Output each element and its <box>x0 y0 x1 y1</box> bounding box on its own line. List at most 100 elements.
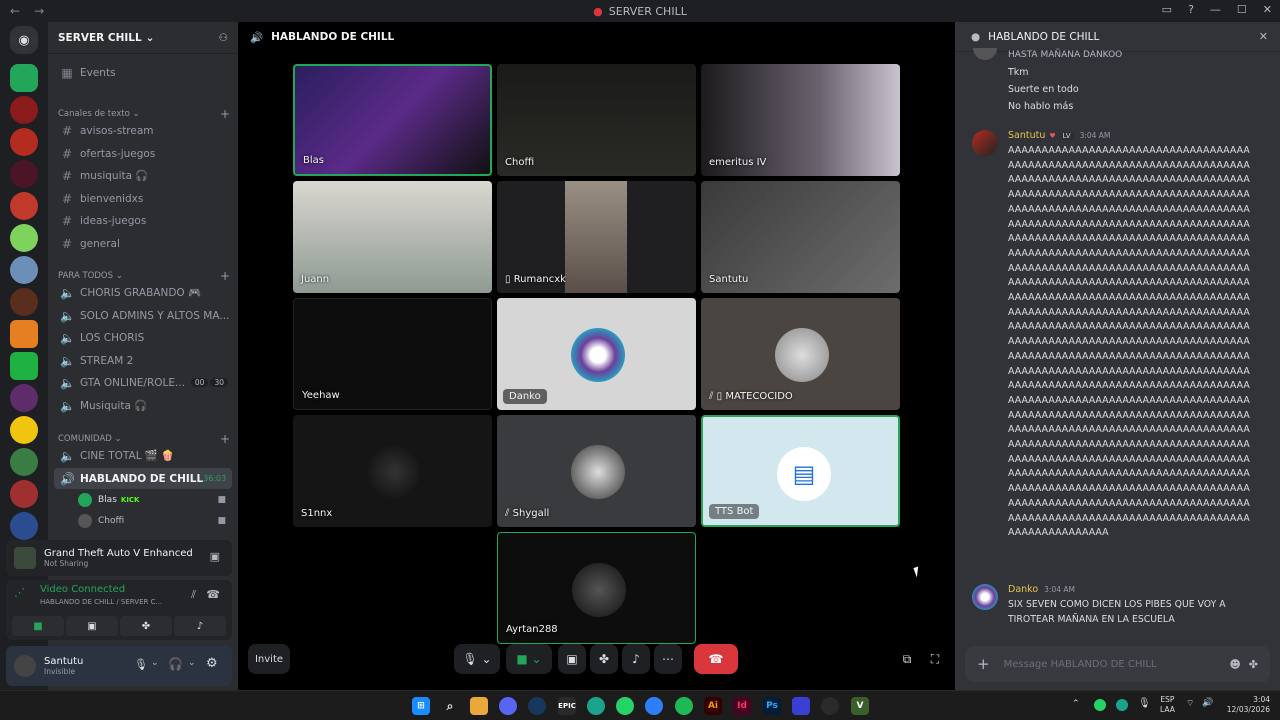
video-tile-ayrtan[interactable]: Ayrtan288 <box>497 532 696 644</box>
server-icon-orange[interactable] <box>10 320 38 348</box>
headphones-icon[interactable]: 🎧 <box>168 657 183 671</box>
disconnect-icon[interactable]: ☎ <box>206 588 220 601</box>
server-icon-green[interactable] <box>10 64 38 92</box>
microphone-icon[interactable]: 🎙 <box>134 658 148 671</box>
category-para-todos[interactable]: PARA TODOS ⌄ + <box>58 269 230 283</box>
voice-member-choffi[interactable]: Choffi ■ <box>72 511 232 531</box>
apps-icon[interactable]: ✤ <box>1249 658 1258 671</box>
channel-bienvenidxs[interactable]: # bienvenidxs <box>54 188 232 209</box>
voice-channel-solo-admins[interactable]: 🔈 SOLO ADMINS Y ALTOS MA... <box>54 305 232 326</box>
whatsapp-icon[interactable] <box>616 697 634 715</box>
windows-start-icon[interactable]: ⊞ <box>412 697 430 715</box>
add-attachment-icon[interactable]: + <box>977 655 990 673</box>
minimize-button[interactable]: — <box>1210 3 1221 16</box>
activities-button[interactable]: ✤ <box>590 644 618 674</box>
video-tile-santutu[interactable]: Santutu <box>701 181 900 293</box>
category-text-channels[interactable]: Canales de texto ⌄ + <box>58 107 230 121</box>
chevron-down-icon[interactable]: ⌄ <box>151 658 159 668</box>
message-author[interactable]: Danko <box>1008 584 1038 595</box>
server-header[interactable]: SERVER CHILL ⌄ ⚇ <box>48 22 238 54</box>
spotify-icon[interactable] <box>675 697 693 715</box>
voice-channel-cine-total[interactable]: 🔈 CINE TOTAL 🎬 🍿 <box>54 445 232 466</box>
voice-location[interactable]: HABLANDO DE CHILL / SERVER C... <box>40 598 162 606</box>
video-tile-yeehaw[interactable]: Yeehaw <box>293 298 492 410</box>
voice-channel-stream-2[interactable]: 🔈 STREAM 2 <box>54 350 232 371</box>
tray-whatsapp-icon[interactable] <box>1094 699 1106 711</box>
video-tile-juann[interactable]: Juann <box>293 181 492 293</box>
close-icon[interactable]: ✕ <box>1259 30 1268 43</box>
invite-people-icon[interactable]: ⚇ <box>219 32 228 44</box>
video-tile-danko[interactable]: Danko <box>497 298 696 410</box>
forward-icon[interactable]: → <box>34 4 44 18</box>
emoji-icon[interactable]: ☻ <box>1229 658 1240 671</box>
indesign-icon[interactable]: Id <box>733 697 751 715</box>
illustrator-icon[interactable]: Ai <box>704 697 722 715</box>
voice-member-blas[interactable]: Blas KICK ■ <box>72 490 232 510</box>
server-icon-crimson[interactable] <box>10 480 38 508</box>
add-channel-icon[interactable]: + <box>220 107 230 121</box>
message-input-box[interactable]: + Message HABLANDO DE CHILL ☻ ✤ <box>965 646 1270 682</box>
voice-status[interactable]: Video Connected <box>40 584 125 595</box>
maximize-button[interactable]: ☐ <box>1237 3 1247 16</box>
server-icon-navy[interactable] <box>10 512 38 540</box>
file-explorer-icon[interactable] <box>470 697 488 715</box>
avatar[interactable] <box>972 130 998 156</box>
soundboard-button[interactable]: ♪ <box>174 616 226 636</box>
video-tile-s1nnx[interactable]: S1nnx <box>293 415 492 527</box>
obs-icon[interactable] <box>821 697 839 715</box>
voice-channel-los-choris[interactable]: 🔈 LOS CHORIS <box>54 327 232 348</box>
server-icon-red[interactable] <box>10 96 38 124</box>
noise-suppression-icon[interactable]: ⫽ <box>191 588 196 602</box>
discord-taskbar-icon[interactable] <box>499 697 517 715</box>
settings-gear-icon[interactable]: ⚙ <box>206 656 218 671</box>
photoshop-icon[interactable]: Ps <box>763 697 781 715</box>
close-window-button[interactable]: ✕ <box>1263 3 1272 16</box>
stream-game-icon[interactable]: ▣ <box>210 550 220 563</box>
messenger-icon[interactable] <box>645 697 663 715</box>
video-tile-choffi[interactable]: Choffi <box>497 64 696 176</box>
video-tile-rumancxk[interactable]: ▯ Rumancxk <box>497 181 696 293</box>
more-options-button[interactable]: ⋯ <box>654 644 682 674</box>
message-input-placeholder[interactable]: Message HABLANDO DE CHILL <box>1004 659 1157 670</box>
back-icon[interactable]: ← <box>10 4 20 18</box>
search-icon[interactable]: ⌕ <box>441 697 459 715</box>
channel-avisos-stream[interactable]: # avisos-stream <box>54 120 232 141</box>
server-icon-dark[interactable] <box>10 160 38 188</box>
camera-toggle[interactable]: ■ ⌄ <box>506 644 552 674</box>
app-icon-v[interactable]: V <box>851 697 869 715</box>
avatar[interactable] <box>972 584 998 610</box>
discord-home-icon[interactable]: ◉ <box>10 26 38 54</box>
screen-share-button[interactable]: ▣ <box>558 644 586 674</box>
video-tile-blas[interactable]: Blas <box>293 64 492 176</box>
microphone-toggle[interactable]: 🎙 ⌄ <box>454 644 500 674</box>
add-channel-icon[interactable]: + <box>220 432 230 446</box>
inbox-icon[interactable]: ▭ <box>1162 3 1172 16</box>
app-icon[interactable] <box>792 697 810 715</box>
channel-ofertas-juegos[interactable]: # ofertas-juegos <box>54 143 232 164</box>
add-channel-icon[interactable]: + <box>220 269 230 283</box>
server-icon-hero[interactable] <box>10 192 38 220</box>
epic-games-icon[interactable]: EPIC <box>558 697 576 715</box>
chevron-down-icon[interactable]: ⌄ <box>188 658 196 668</box>
screen-share-button[interactable]: ▣ <box>66 616 118 636</box>
avatar[interactable] <box>14 655 36 677</box>
language-indicator[interactable]: ESP LAA <box>1160 695 1175 715</box>
voice-channel-choris-grabando[interactable]: 🔈 CHORIS GRABANDO 🎮 <box>54 282 232 303</box>
video-tile-matecocido[interactable]: ⫽ ▯ MATECOCIDO <box>701 298 900 410</box>
tray-mic-icon[interactable]: 🎙 <box>1138 698 1151 709</box>
server-icon-yellow[interactable] <box>10 416 38 444</box>
channel-ideas-juegos[interactable]: # ideas-juegos <box>54 210 232 231</box>
channel-general[interactable]: # general <box>54 233 232 254</box>
help-icon[interactable]: ? <box>1188 3 1194 16</box>
disconnect-button[interactable]: ☎ <box>694 644 738 674</box>
wifi-icon[interactable]: ⌔ <box>1186 698 1194 709</box>
server-icon-brown[interactable] <box>10 288 38 316</box>
message-author[interactable]: Santutu <box>1008 130 1045 141</box>
voice-channel-musiquita[interactable]: 🔈 Musiquita 🎧 <box>54 395 232 416</box>
events-item[interactable]: ▦ Events <box>54 62 232 83</box>
edge-icon[interactable] <box>587 697 605 715</box>
video-tile-emeritus[interactable]: emeritus IV <box>701 64 900 176</box>
video-tile-shygall[interactable]: ⫽ Shygall <box>497 415 696 527</box>
invite-button[interactable]: Invite <box>248 644 290 674</box>
activities-button[interactable]: ✤ <box>120 616 172 636</box>
